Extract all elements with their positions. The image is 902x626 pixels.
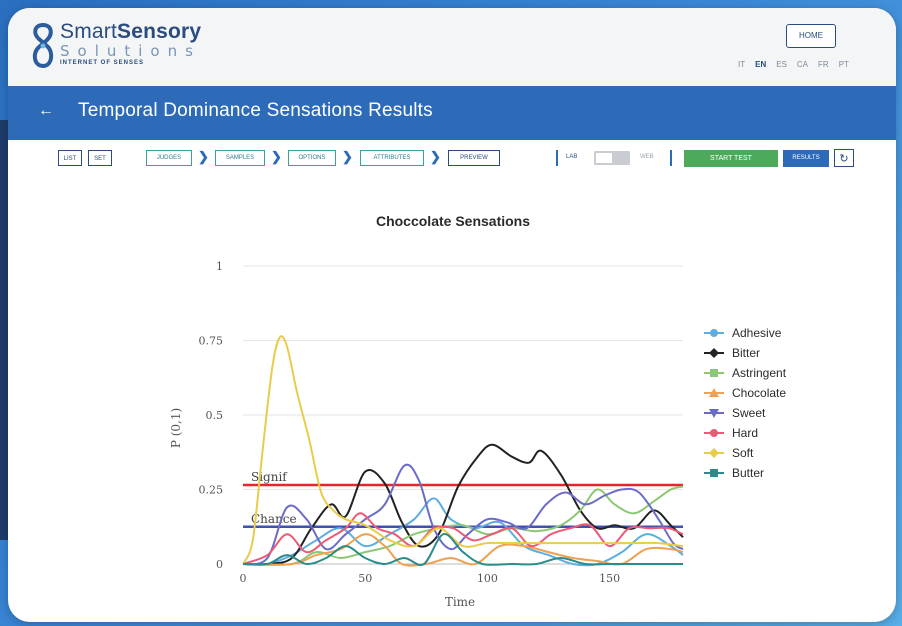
legend-marker <box>710 469 718 477</box>
legend-item-hard[interactable]: Hard <box>704 426 758 440</box>
legend-label: Butter <box>732 466 764 480</box>
series-lines <box>242 335 684 567</box>
legend-item-butter[interactable]: Butter <box>704 466 764 480</box>
reference-label-chance: Chance <box>251 512 297 526</box>
legend-marker <box>709 348 719 358</box>
y-tick-label: 0.75 <box>199 335 224 348</box>
legend-label: Hard <box>732 426 758 440</box>
legend-item-adhesive[interactable]: Adhesive <box>704 326 782 340</box>
y-axis-title: P (0,1) <box>169 408 183 448</box>
app-window: SmartSensory Solutions INTERNET OF SENSE… <box>8 8 896 622</box>
legend-item-soft[interactable]: Soft <box>704 446 754 460</box>
chart-grid <box>243 265 683 565</box>
x-tick-label: 0 <box>240 572 247 585</box>
series-line-sweet[interactable] <box>242 463 684 566</box>
background-side-band <box>0 120 8 540</box>
chart-legend: Adhesive Bitter Astringent Chocolate Sweet Ha… <box>704 326 787 480</box>
legend-marker <box>709 448 719 458</box>
y-tick-label: 1 <box>216 260 223 273</box>
tds-line-chart: Choccolate Sensations Signif Chance 0 0.25… <box>169 213 787 609</box>
legend-item-astringent[interactable]: Astringent <box>704 366 787 380</box>
legend-label: Chocolate <box>732 386 786 400</box>
legend-label: Soft <box>732 446 754 460</box>
legend-label: Bitter <box>732 346 760 360</box>
reference-label-signif: Signif <box>251 470 288 484</box>
legend-item-bitter[interactable]: Bitter <box>704 346 760 360</box>
x-tick-label: 100 <box>477 572 498 585</box>
y-tick-label: 0.5 <box>206 409 224 422</box>
x-axis-title: Time <box>445 595 475 609</box>
legend-item-chocolate[interactable]: Chocolate <box>704 386 786 400</box>
legend-marker <box>710 429 718 437</box>
y-tick-label: 0 <box>216 558 223 571</box>
legend-label: Sweet <box>732 406 766 420</box>
y-tick-label: 0.25 <box>199 484 224 497</box>
x-tick-label: 150 <box>599 572 620 585</box>
legend-label: Astringent <box>732 366 787 380</box>
legend-marker <box>710 369 718 377</box>
x-tick-label: 50 <box>358 572 372 585</box>
legend-label: Adhesive <box>732 326 782 340</box>
series-line-soft[interactable] <box>242 335 684 565</box>
legend-item-sweet[interactable]: Sweet <box>704 406 766 420</box>
chart-title: Choccolate Sensations <box>376 213 530 229</box>
legend-marker <box>710 329 718 337</box>
